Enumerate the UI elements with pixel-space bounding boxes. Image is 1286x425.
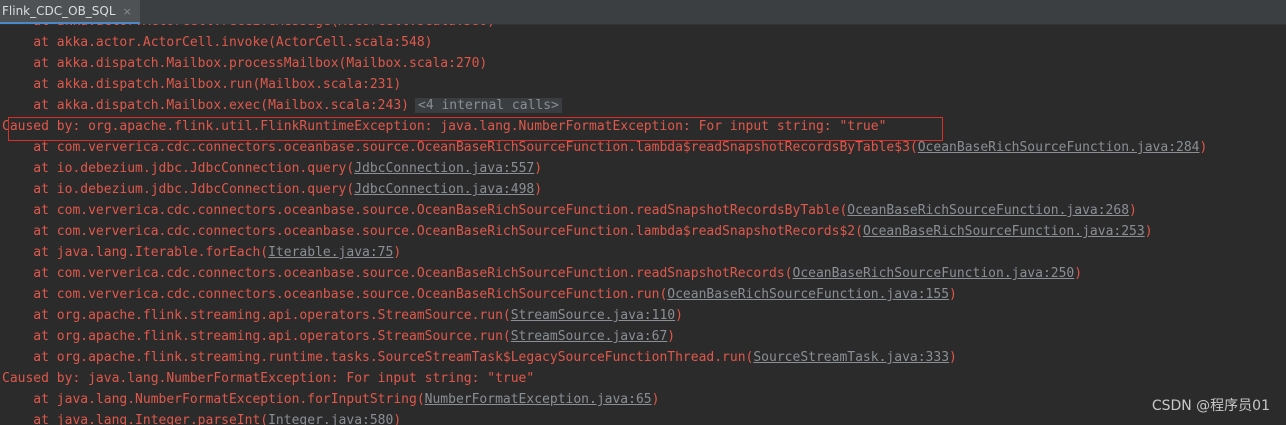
close-icon[interactable]: × (123, 5, 132, 18)
source-link[interactable]: OceanBaseRichSourceFunction.java:253 (863, 224, 1145, 239)
line-text: at akka.actor.ActorCell.invoke(ActorCell… (2, 35, 433, 50)
line-tail: ) (1129, 203, 1137, 218)
line-text: Caused by: java.lang.NumberFormatExcepti… (2, 371, 535, 386)
editor-tab-bar: Flink_CDC_OB_SQL × (0, 0, 1286, 25)
line-text: at akka.dispatch.Mailbox.exec(Mailbox.sc… (2, 98, 409, 113)
line-tail: ) (393, 413, 402, 425)
line-tail: ) (667, 329, 676, 344)
stack-frame-line: at akka.dispatch.Mailbox.run(Mailbox.sca… (2, 74, 1207, 95)
line-text: at akka.actor.ActorCell.receiveMessage(A… (2, 24, 495, 29)
caused-by-line: Caused by: org.apache.flink.util.FlinkRu… (2, 116, 1207, 137)
stack-frame-line: at org.apache.flink.streaming.api.operat… (2, 326, 1207, 347)
line-tail: ) (534, 182, 543, 197)
source-link[interactable]: OceanBaseRichSourceFunction.java:250 (793, 266, 1075, 281)
line-text: at akka.dispatch.Mailbox.processMailbox(… (2, 56, 488, 71)
line-tail: ) (1074, 266, 1083, 281)
source-link[interactable]: Iterable.java:75 (268, 245, 393, 260)
line-text: at org.apache.flink.streaming.api.operat… (2, 329, 511, 344)
stack-frame-line: at com.ververica.cdc.connectors.oceanbas… (2, 284, 1207, 305)
line-text: at org.apache.flink.streaming.runtime.ta… (2, 350, 754, 365)
line-tail: ) (651, 392, 660, 407)
stack-frame-line: at com.ververica.cdc.connectors.oceanbas… (2, 137, 1207, 158)
source-link[interactable]: OceanBaseRichSourceFunction.java:268 (847, 203, 1129, 218)
line-tail: ) (1144, 224, 1153, 239)
caused-by-line: Caused by: java.lang.NumberFormatExcepti… (2, 368, 1207, 389)
stack-trace: at akka.actor.ActorCell.receiveMessage(A… (2, 24, 1207, 425)
stack-frame-line: at akka.actor.ActorCell.receiveMessage(A… (2, 24, 1207, 32)
source-link[interactable]: StreamSource.java:67 (511, 329, 668, 344)
source-link[interactable]: JdbcConnection.java:498 (354, 182, 534, 197)
line-text: at io.debezium.jdbc.JdbcConnection.query… (2, 182, 355, 197)
source-link[interactable]: OceanBaseRichSourceFunction.java:155 (667, 287, 949, 302)
stack-frame-line: at com.ververica.cdc.connectors.oceanbas… (2, 221, 1207, 242)
line-text: at com.ververica.cdc.connectors.oceanbas… (2, 224, 863, 239)
line-text: at com.ververica.cdc.connectors.oceanbas… (2, 140, 918, 155)
line-tail: ) (534, 161, 543, 176)
line-text: Caused by: org.apache.flink.util.FlinkRu… (2, 119, 887, 134)
line-text: at java.lang.NumberFormatException.forIn… (2, 392, 425, 407)
source-link[interactable]: JdbcConnection.java:557 (354, 161, 534, 176)
line-text: at com.ververica.cdc.connectors.oceanbas… (2, 266, 793, 281)
source-link[interactable]: StreamSource.java:110 (511, 308, 675, 323)
line-tail: ) (393, 245, 402, 260)
stack-frame-line: at java.lang.NumberFormatException.forIn… (2, 389, 1207, 410)
line-tail: ) (1199, 140, 1208, 155)
tab-label: Flink_CDC_OB_SQL (2, 4, 116, 18)
source-link[interactable]: OceanBaseRichSourceFunction.java:284 (918, 140, 1200, 155)
stack-frame-line: at akka.dispatch.Mailbox.processMailbox(… (2, 53, 1207, 74)
line-text: at java.lang.Iterable.forEach( (2, 245, 269, 260)
line-text: at io.debezium.jdbc.JdbcConnection.query… (2, 161, 355, 176)
source-link[interactable]: NumberFormatException.java:65 (425, 392, 652, 407)
stack-frame-line: at java.lang.Iterable.forEach(Iterable.j… (2, 242, 1207, 263)
source-link[interactable]: SourceStreamTask.java:333 (753, 350, 949, 365)
console-output[interactable]: at akka.actor.ActorCell.receiveMessage(A… (0, 24, 1286, 425)
watermark: CSDN @程序员01 (1151, 398, 1270, 414)
line-tail: ) (949, 350, 957, 365)
stack-frame-line: at com.ververica.cdc.connectors.oceanbas… (2, 200, 1207, 221)
tab-flink-cdc-ob-sql[interactable]: Flink_CDC_OB_SQL × (0, 0, 140, 24)
stack-frame-line: at org.apache.flink.streaming.runtime.ta… (2, 347, 1207, 368)
stack-frame-line: at akka.actor.ActorCell.invoke(ActorCell… (2, 32, 1207, 53)
line-tail: ) (949, 287, 957, 302)
source-link[interactable]: Integer.java:580 (268, 413, 393, 425)
line-tail: ) (675, 308, 683, 323)
line-text: at akka.dispatch.Mailbox.run(Mailbox.sca… (2, 77, 402, 92)
stack-frame-line: at com.ververica.cdc.connectors.oceanbas… (2, 263, 1207, 284)
stack-frame-line: at io.debezium.jdbc.JdbcConnection.query… (2, 158, 1207, 179)
folded-calls-toggle[interactable]: <4 internal calls> (415, 98, 562, 113)
stack-frame-line: at io.debezium.jdbc.JdbcConnection.query… (2, 179, 1207, 200)
stack-frame-line: at akka.dispatch.Mailbox.exec(Mailbox.sc… (2, 95, 1207, 116)
line-text: at org.apache.flink.streaming.api.operat… (2, 308, 511, 323)
line-text: at com.ververica.cdc.connectors.oceanbas… (2, 287, 668, 302)
line-text: at java.lang.Integer.parseInt( (2, 413, 269, 425)
stack-frame-line: at java.lang.Integer.parseInt(Integer.ja… (2, 410, 1207, 425)
stack-frame-line: at org.apache.flink.streaming.api.operat… (2, 305, 1207, 326)
line-text: at com.ververica.cdc.connectors.oceanbas… (2, 203, 848, 218)
